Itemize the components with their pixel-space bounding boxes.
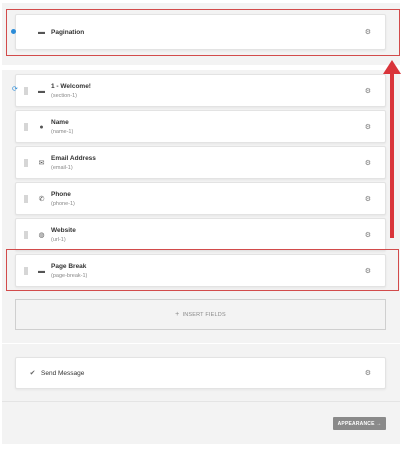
appearance-button[interactable]: APPEARANCE → bbox=[333, 417, 386, 430]
person-icon: ● bbox=[39, 124, 44, 131]
divider bbox=[2, 401, 400, 402]
checkmark-icon: ✔ bbox=[29, 370, 36, 377]
gear-icon[interactable]: ⚙ bbox=[365, 160, 371, 167]
highlight-page-break bbox=[6, 249, 399, 291]
field-id: (section-1) bbox=[51, 93, 77, 99]
field-card-section[interactable]: ▬ 1 - Welcome! (section-1) ⚙ bbox=[15, 74, 386, 107]
drag-handle-icon[interactable] bbox=[24, 159, 28, 167]
section-icon: ▬ bbox=[38, 88, 45, 95]
up-arrow-icon bbox=[383, 60, 401, 74]
arrow-shaft bbox=[390, 70, 394, 238]
plus-icon: + bbox=[175, 311, 180, 318]
field-title: Email Address bbox=[51, 155, 96, 162]
drag-handle-icon[interactable] bbox=[24, 123, 28, 131]
drag-handle-icon[interactable] bbox=[24, 195, 28, 203]
field-card-phone[interactable]: ✆ Phone (phone-1) ⚙ bbox=[15, 182, 386, 215]
drag-handle-icon[interactable] bbox=[24, 231, 28, 239]
insert-fields-label: INSERT FIELDS bbox=[182, 311, 226, 318]
field-id: (url-1) bbox=[51, 237, 66, 243]
insert-fields-button[interactable]: + INSERT FIELDS bbox=[15, 299, 386, 330]
gear-icon[interactable]: ⚙ bbox=[365, 370, 371, 377]
gear-icon[interactable]: ⚙ bbox=[365, 124, 371, 131]
highlight-pagination bbox=[6, 9, 400, 56]
form-builder: ▬ Pagination ⚙ ▬ 1 - Welcome! (section-1… bbox=[0, 0, 409, 450]
field-card-name[interactable]: ● Name (name-1) ⚙ bbox=[15, 110, 386, 143]
drag-handle-icon[interactable] bbox=[24, 87, 28, 95]
refresh-icon[interactable]: ⟳ bbox=[12, 86, 18, 93]
send-message-card[interactable]: ✔ Send Message ⚙ bbox=[15, 357, 386, 389]
field-id: (phone-1) bbox=[51, 201, 75, 207]
send-message-title: Send Message bbox=[41, 370, 85, 377]
field-card-website[interactable]: ◍ Website (url-1) ⚙ bbox=[15, 218, 386, 251]
globe-icon: ◍ bbox=[38, 232, 45, 239]
field-title: 1 - Welcome! bbox=[51, 83, 91, 90]
field-id: (email-1) bbox=[51, 165, 73, 171]
phone-icon: ✆ bbox=[38, 196, 45, 203]
gear-icon[interactable]: ⚙ bbox=[365, 88, 371, 95]
field-card-email[interactable]: ✉ Email Address (email-1) ⚙ bbox=[15, 146, 386, 179]
envelope-icon: ✉ bbox=[38, 160, 45, 167]
gear-icon[interactable]: ⚙ bbox=[365, 196, 371, 203]
field-title: Phone bbox=[51, 191, 71, 198]
field-title: Website bbox=[51, 227, 76, 234]
gear-icon[interactable]: ⚙ bbox=[365, 232, 371, 239]
field-title: Name bbox=[51, 119, 69, 126]
field-id: (name-1) bbox=[51, 129, 74, 135]
